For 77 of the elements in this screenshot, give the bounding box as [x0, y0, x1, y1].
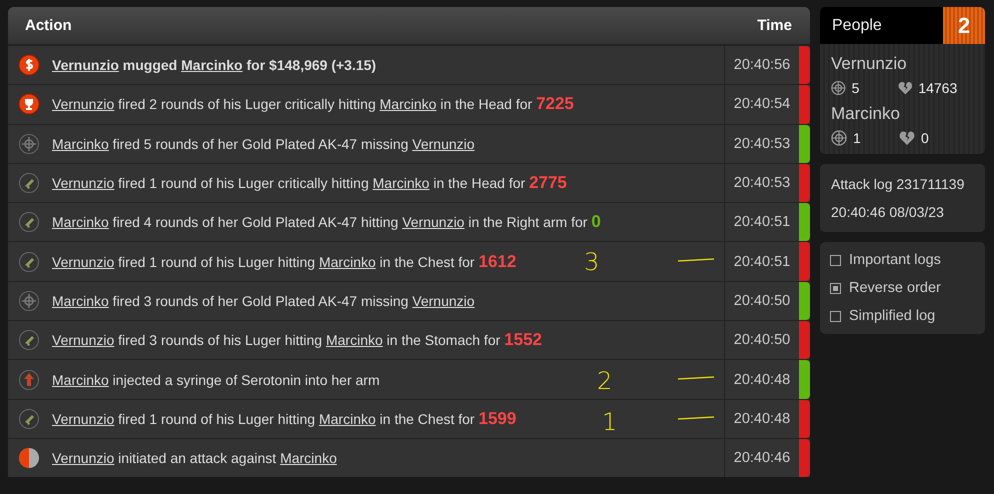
player-link[interactable]: Vernunzio	[402, 214, 464, 230]
player-link[interactable]: Marcinko	[52, 214, 109, 230]
damage-total: 0	[921, 130, 930, 146]
player-link[interactable]: Marcinko	[280, 450, 337, 466]
panel-title: People	[831, 16, 882, 36]
log-message: Vernunzio fired 1 round of his Luger hitting Marcinko in the Chest for 1612	[52, 252, 516, 272]
player-link[interactable]: Vernunzio	[52, 332, 114, 348]
player-link[interactable]: Marcinko	[318, 254, 376, 270]
player-link[interactable]: Marcinko	[326, 332, 383, 348]
player-link[interactable]: Vernunzio	[52, 450, 114, 466]
log-message: Vernunzio fired 1 round of his Luger critically hitting Marcinko in the Head for 2775	[52, 173, 567, 194]
handwritten-dash	[676, 414, 716, 421]
player-link[interactable]: Marcinko	[318, 410, 376, 427]
time-cell-text: 20:40:51	[732, 213, 792, 232]
player-link[interactable]: Vernunzio	[52, 57, 119, 74]
column-header: Time	[757, 17, 792, 34]
log-message: Vernunzio fired 1 round of his Luger hitting Marcinko in the Chest for 1599	[52, 408, 516, 429]
time-cell-text: 20:40:51	[732, 252, 792, 272]
time-cell-text: 20:40:56	[732, 56, 792, 76]
gun-icon	[18, 172, 40, 194]
option-checkbox[interactable]: Simplified log	[830, 308, 975, 324]
player-link[interactable]: Vernunzio	[52, 96, 114, 112]
hits-count: 1	[853, 130, 862, 146]
log-message: Marcinko injected a syringe of Serotonin into her arm	[52, 372, 380, 388]
attack-datetime: 20:40:46 08/03/23	[831, 204, 945, 220]
handwritten-number: 3	[584, 250, 600, 274]
log-message: Marcinko fired 4 rounds of her Gold Plated AK-47 hitting Vernunzio in the Right arm for 0	[52, 212, 601, 232]
log-message: Marcinko fired 5 rounds of her Gold Plated AK-47 missing Vernunzio	[52, 136, 475, 152]
player-link[interactable]: Vernunzio	[412, 292, 475, 309]
option-checkbox[interactable]: Reverse order	[830, 280, 975, 296]
people-count: 2	[943, 7, 985, 44]
log-message: Vernunzio fired 2 rounds of his Luger critically hitting Marcinko in the Head for 7225	[52, 94, 574, 114]
player-link[interactable]: Marcinko	[380, 96, 436, 112]
crosshair-icon	[831, 130, 847, 146]
time-cell-text: 20:40:50	[732, 331, 792, 350]
gun-icon	[18, 211, 40, 234]
log-message: Marcinko fired 3 rounds of her Gold Plated AK-47 missing Vernunzio	[52, 292, 475, 309]
option-checkbox[interactable]: Important logs	[830, 252, 975, 268]
player-link[interactable]: Marcinko	[372, 175, 430, 192]
dollar-icon	[18, 54, 40, 76]
handwritten-dash	[676, 257, 716, 264]
trophy-icon	[18, 93, 40, 116]
hits-count: 5	[852, 80, 860, 96]
column-header: Action	[25, 17, 72, 34]
crosshair-icon	[18, 290, 40, 312]
handwritten-number: 2	[597, 369, 612, 394]
gun-icon	[18, 329, 40, 352]
broken-heart-icon	[899, 130, 915, 146]
broken-heart-icon	[898, 80, 912, 96]
player-link[interactable]: Marcinko	[52, 292, 109, 309]
time-cell-text: 20:40:48	[732, 370, 792, 390]
handwritten-dash	[676, 375, 716, 382]
gun-icon	[18, 408, 40, 430]
gun-icon	[18, 250, 40, 273]
player-link[interactable]: Vernunzio	[52, 410, 114, 427]
attack-log-id: Attack log 231711139	[831, 176, 966, 192]
player-link[interactable]: Vernunzio	[52, 254, 114, 270]
time-cell-text: 20:40:53	[732, 174, 792, 194]
player-link[interactable]: Vernunzio	[412, 136, 475, 152]
time-cell-text: 20:40:46	[732, 449, 792, 468]
player-link[interactable]: Marcinko	[52, 136, 109, 152]
time-cell-text: 20:40:48	[732, 410, 792, 429]
log-message: Vernunzio mugged Marcinko for $148,969 (+3.15)	[52, 57, 376, 74]
player-link[interactable]: Marcinko	[181, 57, 243, 74]
crosshair-icon	[18, 132, 40, 155]
log-message: Vernunzio initiated an attack against Marcinko	[52, 450, 337, 466]
player-link[interactable]: Marcinko	[52, 372, 109, 388]
player-link[interactable]: Vernunzio	[52, 175, 114, 192]
sphere-icon	[18, 447, 40, 470]
handwritten-number: 1	[602, 410, 618, 434]
log-message: Vernunzio fired 3 rounds of his Luger hitting Marcinko in the Stomach for 1552	[52, 330, 542, 350]
time-cell-text: 20:40:54	[732, 95, 792, 114]
player-name: Vernunzio	[831, 54, 908, 74]
time-cell-text: 20:40:50	[732, 292, 792, 311]
crosshair-icon	[831, 80, 846, 96]
player-name: Marcinko	[831, 104, 901, 124]
time-cell-text: 20:40:53	[732, 134, 792, 154]
